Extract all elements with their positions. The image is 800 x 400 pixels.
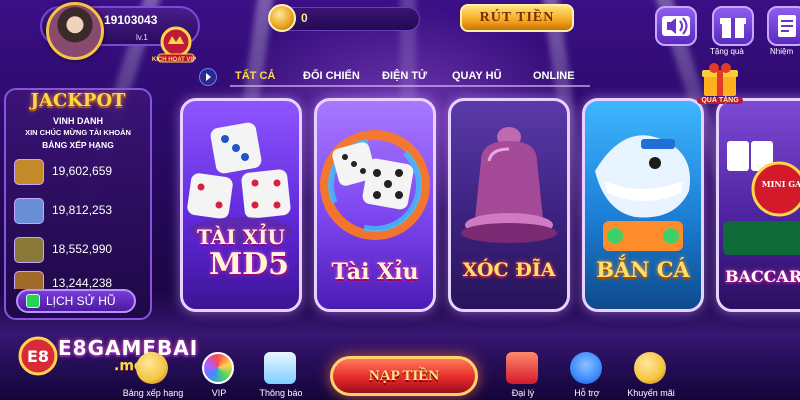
nav-label: Khuyến mãi [627,388,675,398]
trophy-icon [136,352,168,384]
game-subtitle: MD5 [208,247,290,282]
balance-value: 0 [301,11,308,25]
game-card-xocdia[interactable]: XÓC ĐĨA [448,98,570,312]
game-card-baccarat[interactable]: MINI GAME BACCARA [716,98,800,312]
game-card-taixiu[interactable]: Tài Xỉu [314,98,436,312]
game-card-banca[interactable]: BẮN CÁ [582,98,704,312]
wheel-icon [202,352,234,384]
gift-promo-label: QUÀ TẶNG [697,97,743,104]
game-thumbnail-icon [14,237,44,263]
speaker-icon [662,16,690,36]
sound-button[interactable] [655,6,697,46]
gift-label: Tặng quà [710,47,744,56]
nav-label: Thông báo [259,388,303,398]
nav-notifications[interactable]: Thông báo [250,352,312,400]
dollar-coin-icon [634,352,666,384]
mission-label: Nhiệm [770,47,794,56]
tabs-divider [230,85,590,87]
jackpot-history-button[interactable]: LỊCH SỬ HŨ [16,289,136,313]
lobby-screen: 19103043 lv.1 KICH HOAT VIP 0 RÚT TIỀN T… [0,0,800,400]
nav-support[interactable]: Hỗ trợ [556,352,618,400]
jackpot-leaderboard-title: BẢNG XẾP HẠNG [42,140,114,150]
game-title: BACCARA [725,267,800,286]
history-icon [26,294,40,308]
game-title: XÓC ĐĨA [462,259,556,281]
user-level: lv.1 [136,33,148,42]
game-card-taixiu-md5[interactable]: TÀI XỈU MD5 [180,98,302,312]
tab-electronic[interactable]: ĐIỆN TỬ [382,70,427,82]
jackpot-entry: 13,244,238 [14,271,144,289]
vip-badge-label: KICH HOAT VIP [151,57,197,63]
mini-game-badge: MINI GAME [761,179,800,189]
tab-all[interactable]: TẤT CẢ [235,70,275,82]
support-icon [570,352,602,384]
jackpot-entry: 18,552,990 [14,237,144,263]
gift-button[interactable] [712,6,754,46]
nav-promotions[interactable]: Khuyến mãi [620,352,682,400]
tab-slots[interactable]: QUAY HŨ [452,70,502,82]
jackpot-entry: 19,812,253 [14,198,144,224]
jackpot-entry: 19,602,659 [14,159,144,185]
jackpot-history-label: LỊCH SỬ HŨ [46,294,116,308]
game-title: TÀI XỈU [197,225,285,249]
jackpot-amount: 13,244,238 [52,276,113,289]
avatar[interactable] [46,2,104,60]
svg-text:E8: E8 [27,347,49,366]
jackpot-amount: 19,602,659 [52,164,113,178]
jackpot-amount: 19,812,253 [52,203,113,217]
game-title: BẮN CÁ [596,257,690,282]
jackpot-subtitle: VINH DANH [52,116,103,126]
game-thumbnail-icon [14,198,44,224]
mission-icon [778,15,796,37]
gift-promo-icon[interactable] [700,62,740,98]
nav-leaderboard[interactable]: Bảng xếp hạng [122,352,184,400]
jackpot-amount: 18,552,990 [52,242,113,256]
crown-coin-icon [268,4,296,32]
mission-button[interactable] [767,6,800,46]
gift-box-icon [506,352,538,384]
withdraw-button[interactable]: RÚT TIỀN [460,4,574,32]
nav-agent[interactable]: Đại lý [492,352,554,400]
play-icon[interactable] [199,68,217,86]
jackpot-congrats: XIN CHÚC MỪNG TÀI KHOẢN [25,128,131,137]
jackpot-title: JACKPOT [30,90,126,111]
calendar-icon [264,352,296,384]
gift-icon [720,18,746,38]
game-thumbnail-icon [14,271,44,289]
topup-button[interactable]: NẠP TIỀN [330,356,478,396]
tab-pvp[interactable]: ĐỐI CHIẾN [303,70,360,82]
tab-online[interactable]: ONLINE [533,70,575,82]
game-title: Tài Xỉu [331,259,419,285]
game-thumbnail-icon [14,159,44,185]
